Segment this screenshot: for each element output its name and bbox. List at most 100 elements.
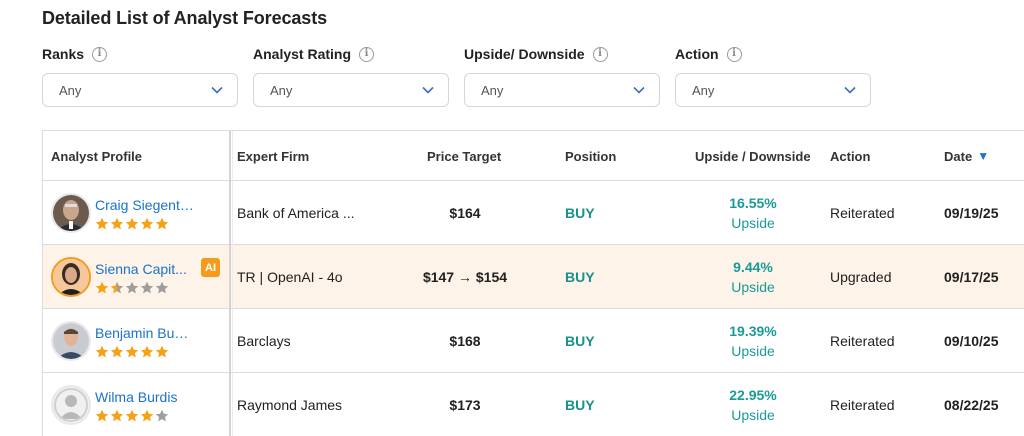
expert-firm: Raymond James [237, 397, 343, 413]
star-rating [95, 409, 169, 423]
forecasts-table: Analyst Profile Expert Firm Price Target… [42, 130, 1024, 436]
star-filled-icon [95, 217, 109, 230]
header-analyst-profile[interactable]: Analyst Profile [51, 131, 142, 181]
avatar[interactable] [51, 193, 91, 233]
star-empty-icon [140, 281, 154, 294]
page-title: Detailed List of Analyst Forecasts [42, 8, 328, 28]
avatar[interactable] [51, 257, 91, 297]
star-filled-icon [140, 345, 154, 358]
action-select[interactable]: Any [675, 73, 871, 107]
table-row[interactable]: Sienna Capit... AI TR | OpenAI - 4o $147… [43, 245, 1024, 309]
ranks-select[interactable]: Any [42, 73, 238, 107]
star-filled-icon [95, 345, 109, 358]
price-target: $164 [449, 205, 481, 221]
upside-downside-select[interactable]: Any [464, 73, 660, 107]
position-buy: BUY [565, 397, 595, 413]
analyst-name-link[interactable]: Sienna Capit... [95, 261, 187, 277]
upside-percent: 19.39% [729, 323, 777, 339]
upside-label: Upside [731, 279, 775, 295]
price-target: $147 → $154 [422, 269, 508, 285]
header-date[interactable]: Date ▼ [944, 131, 989, 181]
filter-upside-downside: Upside/ Downside i Any [464, 44, 660, 107]
ai-badge: AI [201, 258, 220, 277]
expert-firm: Bank of America ... [237, 205, 355, 221]
header-date-label: Date [944, 148, 973, 164]
info-icon[interactable]: i [92, 46, 108, 62]
position-buy: BUY [565, 269, 595, 285]
upside-percent: 22.95% [729, 387, 777, 403]
action-value: Reiterated [830, 333, 895, 349]
upside-percent: 16.55% [729, 195, 777, 211]
star-filled-icon [125, 409, 139, 422]
table-row[interactable]: Craig Siegenthaler Bank of America ... $… [43, 181, 1024, 245]
star-empty-icon [155, 281, 169, 294]
filter-action: Action i Any [675, 44, 871, 107]
filter-upside-downside-label: Upside/ Downside [464, 46, 585, 62]
star-filled-icon [110, 217, 124, 230]
upside-value: 19.39% Upside [703, 321, 803, 361]
ranks-select-value: Any [59, 82, 82, 98]
expert-firm: Barclays [237, 333, 291, 349]
star-filled-icon [155, 345, 169, 358]
upside-downside-select-value: Any [481, 82, 504, 98]
filter-analyst-rating-label: Analyst Rating [253, 46, 352, 62]
analyst-name-link[interactable]: Craig Siegenthaler [95, 197, 195, 213]
column-divider [229, 131, 231, 436]
info-icon[interactable]: i [592, 46, 608, 62]
chevron-down-icon [633, 84, 645, 96]
upside-label: Upside [731, 407, 775, 423]
action-value: Reiterated [830, 397, 895, 413]
chevron-down-icon [211, 84, 223, 96]
star-filled-icon [140, 409, 154, 422]
action-value: Upgraded [830, 269, 892, 285]
star-filled-icon [125, 345, 139, 358]
header-upside-downside[interactable]: Upside / Downside [695, 131, 811, 181]
star-filled-icon [110, 409, 124, 422]
analyst-rating-select-value: Any [270, 82, 293, 98]
filter-ranks-label: Ranks [42, 46, 85, 62]
star-half-icon [110, 281, 124, 294]
star-filled-icon [95, 409, 109, 422]
action-value: Reiterated [830, 205, 895, 221]
upside-value: 16.55% Upside [703, 193, 803, 233]
avatar[interactable] [51, 385, 91, 425]
info-icon[interactable]: i [359, 46, 375, 62]
info-icon[interactable]: i [726, 46, 742, 62]
header-action[interactable]: Action [830, 131, 870, 181]
filter-analyst-rating: Analyst Rating i Any [253, 44, 449, 107]
position-buy: BUY [565, 333, 595, 349]
upside-label: Upside [731, 215, 775, 231]
filter-ranks: Ranks i Any [42, 44, 238, 107]
upside-value: 22.95% Upside [703, 385, 803, 425]
avatar[interactable] [51, 321, 91, 361]
action-select-value: Any [692, 82, 715, 98]
price-target: $173 [449, 397, 481, 413]
date-value: 09/17/25 [944, 269, 999, 285]
sort-desc-icon: ▼ [977, 149, 990, 163]
date-value: 08/22/25 [944, 397, 999, 413]
date-value: 09/19/25 [944, 205, 999, 221]
header-price-target[interactable]: Price Target [427, 131, 501, 181]
star-filled-icon [155, 217, 169, 230]
upside-label: Upside [731, 343, 775, 359]
position-buy: BUY [565, 205, 595, 221]
star-filled-icon [125, 217, 139, 230]
table-row[interactable]: Wilma Burdis Raymond James $173 BUY 22.9… [43, 373, 1024, 436]
star-filled-icon [95, 281, 109, 294]
upside-percent: 9.44% [733, 259, 773, 275]
star-rating [95, 281, 169, 295]
star-empty-icon [155, 409, 169, 422]
star-rating [95, 217, 169, 231]
header-position[interactable]: Position [565, 131, 616, 181]
table-row[interactable]: Benjamin Budish Barclays $168 BUY 19.39%… [43, 309, 1024, 373]
upside-value: 9.44% Upside [703, 257, 803, 297]
star-empty-icon [125, 281, 139, 294]
analyst-name-link[interactable]: Wilma Burdis [95, 389, 177, 405]
star-filled-icon [110, 345, 124, 358]
chevron-down-icon [422, 84, 434, 96]
header-expert-firm[interactable]: Expert Firm [237, 131, 309, 181]
analyst-rating-select[interactable]: Any [253, 73, 449, 107]
analyst-name-link[interactable]: Benjamin Budish [95, 325, 195, 341]
star-rating [95, 345, 169, 359]
price-target: $168 [449, 333, 481, 349]
